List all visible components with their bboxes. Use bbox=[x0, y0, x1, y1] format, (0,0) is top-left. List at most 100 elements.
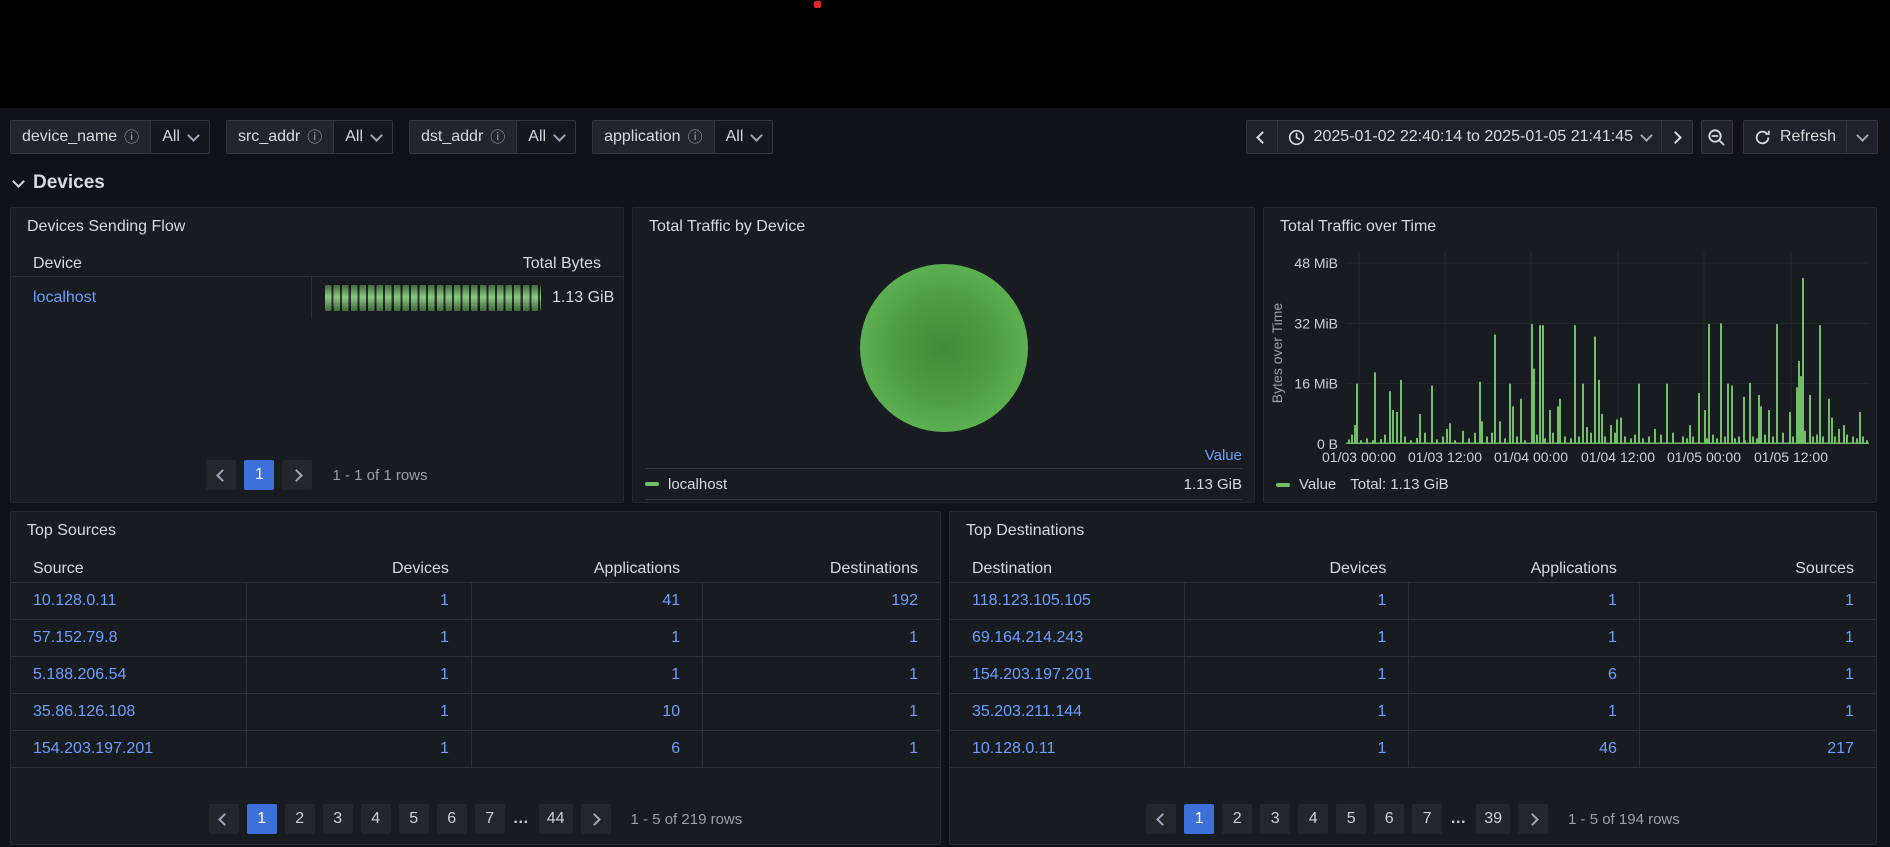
count-link[interactable]: 10 bbox=[662, 703, 680, 721]
column-header-applications[interactable]: Applications bbox=[471, 560, 702, 578]
count-link[interactable]: 1 bbox=[440, 703, 449, 721]
column-header-devices[interactable]: Devices bbox=[246, 560, 471, 578]
column-header-destinations[interactable]: Destinations bbox=[702, 560, 940, 578]
page-button[interactable]: 4 bbox=[1298, 804, 1329, 834]
count-link[interactable]: 1 bbox=[909, 629, 918, 647]
variable-label[interactable]: device_name ⓘ bbox=[10, 120, 151, 154]
address-link[interactable]: 154.203.197.201 bbox=[972, 666, 1092, 684]
count-link[interactable]: 217 bbox=[1827, 740, 1854, 758]
page-button-last[interactable]: 44 bbox=[538, 804, 573, 834]
page-button[interactable]: 1 bbox=[244, 460, 275, 490]
page-prev-button[interactable] bbox=[1146, 804, 1177, 834]
section-devices[interactable]: Devices bbox=[12, 172, 105, 194]
panel-title[interactable]: Devices Sending Flow bbox=[27, 218, 185, 236]
page-button[interactable]: 1 bbox=[1184, 804, 1215, 834]
address-link[interactable]: 10.128.0.11 bbox=[972, 740, 1055, 758]
column-header-source[interactable]: Source bbox=[11, 560, 246, 578]
page-button[interactable]: 5 bbox=[398, 804, 429, 834]
zoom-out-button[interactable] bbox=[1700, 120, 1733, 154]
address-link[interactable]: 10.128.0.11 bbox=[33, 592, 116, 610]
legend-series-name[interactable]: Value bbox=[1299, 476, 1336, 493]
column-header-sources[interactable]: Sources bbox=[1639, 560, 1876, 578]
time-shift-forward-button[interactable] bbox=[1660, 120, 1693, 154]
column-header-device[interactable]: Device bbox=[33, 255, 82, 273]
page-button[interactable]: 4 bbox=[360, 804, 391, 834]
page-button[interactable]: 1 bbox=[246, 804, 277, 834]
address-link[interactable]: 118.123.105.105 bbox=[972, 592, 1091, 610]
time-range-picker[interactable]: 2025-01-02 22:40:14 to 2025-01-05 21:41:… bbox=[1276, 120, 1662, 154]
count-link[interactable]: 1 bbox=[909, 740, 918, 758]
panel-title[interactable]: Top Sources bbox=[27, 522, 116, 540]
address-link[interactable]: 154.203.197.201 bbox=[33, 740, 153, 758]
info-icon[interactable]: ⓘ bbox=[124, 130, 139, 145]
count-link[interactable]: 1 bbox=[1845, 703, 1854, 721]
count-link[interactable]: 1 bbox=[440, 740, 449, 758]
page-button[interactable]: 7 bbox=[1412, 804, 1443, 834]
page-button[interactable]: 6 bbox=[1374, 804, 1405, 834]
address-link[interactable]: 35.86.126.108 bbox=[33, 703, 135, 721]
variable-label[interactable]: dst_addr ⓘ bbox=[409, 120, 517, 154]
address-link[interactable]: 69.164.214.243 bbox=[972, 629, 1083, 647]
pie-chart[interactable] bbox=[860, 264, 1028, 432]
device-link[interactable]: localhost bbox=[33, 289, 96, 306]
refresh-interval-dropdown[interactable] bbox=[1846, 120, 1878, 154]
page-button-last[interactable]: 39 bbox=[1476, 804, 1511, 834]
count-link[interactable]: 1 bbox=[1377, 592, 1386, 610]
page-prev-button[interactable] bbox=[206, 460, 237, 490]
page-button[interactable]: 6 bbox=[436, 804, 467, 834]
address-link[interactable]: 57.152.79.8 bbox=[33, 629, 118, 647]
info-icon[interactable]: ⓘ bbox=[490, 130, 505, 145]
count-link[interactable]: 1 bbox=[1377, 703, 1386, 721]
count-link[interactable]: 1 bbox=[440, 666, 449, 684]
panel-title[interactable]: Total Traffic by Device bbox=[649, 218, 805, 236]
address-link[interactable]: 35.203.211.144 bbox=[972, 703, 1082, 721]
page-button[interactable]: 7 bbox=[474, 804, 505, 834]
page-next-button[interactable] bbox=[282, 460, 313, 490]
count-link[interactable]: 1 bbox=[1608, 629, 1617, 647]
page-button[interactable]: 5 bbox=[1336, 804, 1367, 834]
count-link[interactable]: 6 bbox=[671, 740, 680, 758]
page-next-button[interactable] bbox=[580, 804, 611, 834]
info-icon[interactable]: ⓘ bbox=[688, 130, 703, 145]
column-header-devices[interactable]: Devices bbox=[1184, 560, 1408, 578]
count-link[interactable]: 1 bbox=[1377, 629, 1386, 647]
legend-item[interactable]: localhost 1.13 GiB bbox=[645, 468, 1242, 500]
count-link[interactable]: 1 bbox=[909, 666, 918, 684]
page-button[interactable]: 3 bbox=[1260, 804, 1291, 834]
column-header-applications[interactable]: Applications bbox=[1408, 560, 1639, 578]
count-link[interactable]: 1 bbox=[440, 592, 449, 610]
variable-value-dropdown[interactable]: All bbox=[333, 120, 394, 154]
count-link[interactable]: 1 bbox=[671, 666, 680, 684]
legend-value-header[interactable]: Value bbox=[645, 443, 1242, 468]
count-link[interactable]: 1 bbox=[909, 703, 918, 721]
count-link[interactable]: 1 bbox=[1845, 592, 1854, 610]
page-button[interactable]: 2 bbox=[284, 804, 315, 834]
count-link[interactable]: 1 bbox=[1608, 592, 1617, 610]
variable-label[interactable]: src_addr ⓘ bbox=[225, 120, 334, 154]
variable-label[interactable]: application ⓘ bbox=[592, 120, 714, 154]
count-link[interactable]: 1 bbox=[1377, 666, 1386, 684]
count-link[interactable]: 1 bbox=[671, 629, 680, 647]
address-link[interactable]: 5.188.206.54 bbox=[33, 666, 126, 684]
count-link[interactable]: 41 bbox=[662, 592, 680, 610]
time-series-chart[interactable]: 0 B16 MiB32 MiB48 MiB01/03 00:00 01/03 12… bbox=[1264, 208, 1876, 502]
count-link[interactable]: 1 bbox=[440, 629, 449, 647]
page-button[interactable]: 3 bbox=[322, 804, 353, 834]
panel-title[interactable]: Top Destinations bbox=[966, 522, 1084, 540]
info-icon[interactable]: ⓘ bbox=[307, 130, 322, 145]
count-link[interactable]: 6 bbox=[1608, 666, 1617, 684]
column-header-destination[interactable]: Destination bbox=[950, 560, 1184, 578]
page-next-button[interactable] bbox=[1518, 804, 1549, 834]
page-button[interactable]: 2 bbox=[1222, 804, 1253, 834]
count-link[interactable]: 192 bbox=[891, 592, 918, 610]
count-link[interactable]: 1 bbox=[1608, 703, 1617, 721]
page-prev-button[interactable] bbox=[208, 804, 239, 834]
refresh-button[interactable]: Refresh bbox=[1742, 120, 1847, 154]
variable-value-dropdown[interactable]: All bbox=[713, 120, 774, 154]
column-header-total-bytes[interactable]: Total Bytes bbox=[523, 255, 601, 273]
variable-value-dropdown[interactable]: All bbox=[516, 120, 577, 154]
count-link[interactable]: 46 bbox=[1599, 740, 1617, 758]
time-shift-back-button[interactable] bbox=[1245, 120, 1278, 154]
variable-value-dropdown[interactable]: All bbox=[150, 120, 210, 154]
count-link[interactable]: 1 bbox=[1377, 740, 1386, 758]
